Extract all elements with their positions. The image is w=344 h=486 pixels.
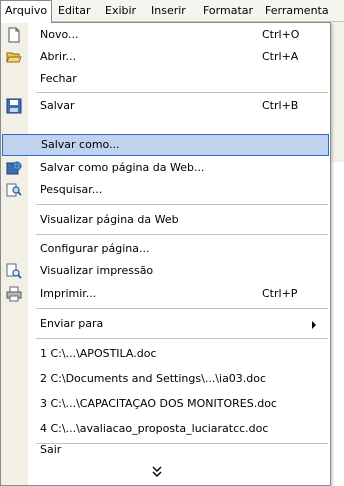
new-document-icon	[6, 27, 22, 43]
menu-exibir[interactable]: Exibir	[101, 0, 140, 22]
menu-item-shortcut: Ctrl+O	[262, 28, 300, 41]
open-folder-icon	[6, 49, 22, 65]
menu-item-label: 1 C:\...\APOSTILA.doc	[40, 347, 157, 360]
menu-item-pesquisar[interactable]: Pesquisar...	[1, 179, 330, 201]
search-file-icon	[6, 182, 22, 198]
menu-item-label: Imprimir...	[40, 287, 97, 300]
menu-exibir-label: Exibir	[105, 4, 137, 17]
menu-inserir-label: Inserir	[151, 4, 186, 17]
save-disk-icon	[6, 98, 22, 114]
menu-separator	[36, 234, 328, 235]
menu-item-salvar-como[interactable]: Salvar como...	[2, 134, 329, 156]
menu-item-label: Enviar para	[40, 317, 104, 330]
menu-item-enviar-para[interactable]: Enviar para	[1, 313, 330, 335]
menu-item-visualizar-impressao[interactable]: Visualizar impressão	[1, 260, 330, 282]
save-web-icon	[6, 160, 22, 176]
menu-separator	[36, 204, 328, 205]
menu-item-shortcut: Ctrl+P	[262, 287, 298, 300]
menu-item-shortcut: Ctrl+A	[262, 50, 299, 63]
menu-ferramentas-label: Ferramenta	[265, 4, 329, 17]
menu-item-recent-file-3[interactable]: 3 C:\...\CAPACITAÇAO DOS MONITORES.doc	[1, 393, 330, 415]
menu-item-recent-file-1[interactable]: 1 C:\...\APOSTILA.doc	[1, 343, 330, 365]
menu-inserir[interactable]: Inserir	[147, 0, 190, 22]
menu-item-recent-file-2[interactable]: 2 C:\Documents and Settings\...\ia03.doc	[1, 368, 330, 390]
menu-item-label: Visualizar impressão	[40, 264, 154, 277]
menu-item-visualizar-web[interactable]: Visualizar página da Web	[1, 209, 330, 231]
menu-item-label: Fechar	[40, 72, 77, 85]
submenu-arrow-icon	[312, 321, 316, 329]
menu-item-label: Salvar	[40, 99, 75, 112]
menu-item-label: Pesquisar...	[40, 183, 103, 196]
menu-bar: Arquivo Editar Exibir Inserir Formatar F…	[0, 0, 344, 23]
menu-item-novo[interactable]: Novo... Ctrl+O	[1, 24, 330, 46]
menu-editar[interactable]: Editar	[54, 0, 95, 22]
menu-item-imprimir[interactable]: Imprimir... Ctrl+P	[1, 283, 330, 305]
menu-item-label: 3 C:\...\CAPACITAÇAO DOS MONITORES.doc	[40, 397, 277, 410]
menu-item-label: Configurar página...	[40, 242, 150, 255]
menu-item-abrir[interactable]: Abrir... Ctrl+A	[1, 46, 330, 68]
menu-item-label: 2 C:\Documents and Settings\...\ia03.doc	[40, 372, 267, 385]
menu-formatar[interactable]: Formatar	[199, 0, 257, 22]
menu-ferramentas[interactable]: Ferramenta	[261, 0, 333, 22]
menu-item-label: Abrir...	[40, 50, 77, 63]
menu-item-shortcut: Ctrl+B	[262, 99, 299, 112]
menu-separator	[36, 338, 328, 339]
menu-item-label: Salvar como...	[41, 138, 120, 151]
menu-arquivo[interactable]: Arquivo	[0, 0, 53, 23]
menu-item-label: 4 C:\...\avaliacao_proposta_luciaratcc.d…	[40, 422, 269, 435]
menu-item-label: Visualizar página da Web	[40, 213, 179, 226]
menu-item-sair[interactable]: Sair	[1, 439, 330, 461]
menu-separator	[36, 92, 328, 93]
print-preview-icon	[6, 263, 22, 279]
menu-separator	[36, 308, 328, 309]
menu-item-salvar-web[interactable]: Salvar como página da Web...	[1, 157, 330, 179]
menu-item-recent-file-4[interactable]: 4 C:\...\avaliacao_proposta_luciaratcc.d…	[1, 418, 330, 440]
menu-item-label: Sair	[40, 443, 62, 456]
menu-formatar-label: Formatar	[203, 4, 254, 17]
menu-item-fechar[interactable]: Fechar	[1, 68, 330, 90]
menu-item-salvar[interactable]: Salvar Ctrl+B	[1, 95, 330, 117]
printer-icon	[6, 286, 22, 302]
menu-item-label: Novo...	[40, 28, 79, 41]
arquivo-dropdown-menu: Novo... Ctrl+O Abrir... Ctrl+A Fechar Sa…	[0, 22, 331, 486]
menu-item-label: Salvar como página da Web...	[40, 161, 205, 174]
expand-chevron-icon[interactable]	[149, 464, 165, 480]
menu-editar-label: Editar	[58, 4, 91, 17]
menu-arquivo-label: Arquivo	[5, 4, 48, 17]
menu-item-configurar-pagina[interactable]: Configurar página...	[1, 238, 330, 260]
